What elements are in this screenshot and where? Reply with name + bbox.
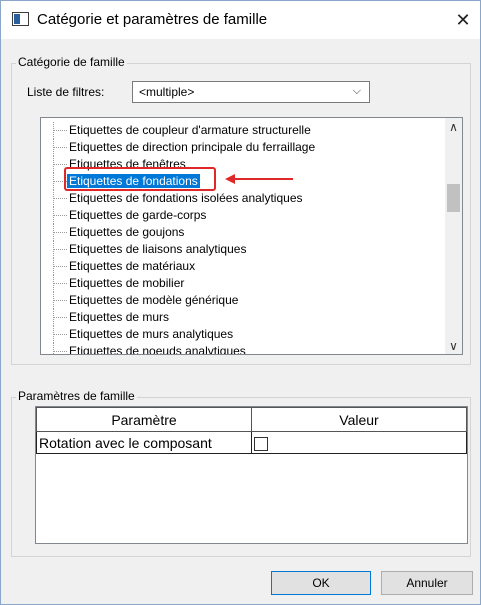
- list-item[interactable]: Etiquettes de garde-corps: [41, 207, 441, 224]
- list-item[interactable]: Etiquettes de murs analytiques: [41, 326, 441, 343]
- scroll-down-icon[interactable]: ∨: [445, 337, 462, 354]
- listbox-scrollbar[interactable]: ∧ ∨: [445, 118, 462, 354]
- ok-button[interactable]: OK: [271, 571, 371, 595]
- filter-label: Liste de filtres:: [27, 85, 105, 99]
- app-icon: [12, 12, 29, 26]
- category-group-legend: Catégorie de famille: [16, 55, 127, 69]
- list-item[interactable]: Etiquettes de goujons: [41, 224, 441, 241]
- list-item[interactable]: Etiquettes de coupleur d'armature struct…: [41, 122, 441, 139]
- table-row: Rotation avec le composant: [36, 431, 467, 454]
- annotation-arrow-line: [233, 178, 293, 180]
- scroll-up-icon[interactable]: ∧: [445, 118, 462, 135]
- tree-connector-dots: [53, 317, 67, 318]
- category-listbox[interactable]: Etiquettes de coupleur d'armature struct…: [40, 117, 463, 355]
- list-item[interactable]: Etiquettes de modèle générique: [41, 292, 441, 309]
- list-item-label: Etiquettes de coupleur d'armature struct…: [69, 123, 311, 137]
- window-title: Catégorie et paramètres de famille: [37, 11, 268, 28]
- tree-connector-line: [53, 343, 54, 354]
- tree-connector-dots: [53, 300, 67, 301]
- cancel-button[interactable]: Annuler: [381, 571, 473, 595]
- tree-connector-dots: [53, 147, 67, 148]
- rotation-checkbox[interactable]: [254, 436, 268, 451]
- tree-connector-dots: [53, 215, 67, 216]
- close-button[interactable]: ✕: [446, 1, 480, 39]
- list-item-label: Etiquettes de direction principale du fe…: [69, 140, 316, 154]
- list-item[interactable]: Etiquettes de matériaux: [41, 258, 441, 275]
- column-header-value[interactable]: Valeur: [251, 407, 467, 432]
- chevron-down-icon: ⌵: [352, 85, 361, 97]
- list-item-label: Etiquettes de modèle générique: [69, 293, 239, 307]
- dialog-window: Catégorie et paramètres de famille ✕ Cat…: [0, 0, 481, 605]
- list-item-label: Etiquettes de garde-corps: [69, 208, 207, 222]
- list-item-label: Etiquettes de murs analytiques: [69, 327, 234, 341]
- list-item[interactable]: Etiquettes de murs: [41, 309, 441, 326]
- list-item[interactable]: Etiquettes de direction principale du fe…: [41, 139, 441, 156]
- list-item-label: Etiquettes de goujons: [69, 225, 185, 239]
- list-item[interactable]: Etiquettes de liaisons analytiques: [41, 241, 441, 258]
- title-bar: Catégorie et paramètres de famille ✕: [1, 1, 480, 39]
- close-icon: ✕: [455, 9, 471, 30]
- tree-connector-dots: [53, 164, 67, 165]
- list-item-label: Etiquettes de liaisons analytiques: [69, 242, 247, 256]
- params-group-legend: Paramètres de famille: [16, 389, 137, 403]
- tree-connector-dots: [53, 232, 67, 233]
- param-name-cell[interactable]: Rotation avec le composant: [36, 431, 252, 454]
- list-item-label: Etiquettes de murs: [69, 310, 170, 324]
- tree-connector-dots: [53, 249, 67, 250]
- tree-connector-dots: [53, 283, 67, 284]
- param-value-cell[interactable]: [251, 431, 467, 454]
- category-list: Etiquettes de coupleur d'armature struct…: [41, 122, 441, 355]
- list-item-label: Etiquettes de matériaux: [69, 259, 196, 273]
- list-item[interactable]: Etiquettes de fondations isolées analyti…: [41, 190, 441, 207]
- list-item-label: Etiquettes de fondations isolées analyti…: [69, 191, 303, 205]
- filter-dropdown[interactable]: <multiple> ⌵: [132, 81, 370, 103]
- column-header-param[interactable]: Paramètre: [36, 407, 252, 432]
- tree-connector-dots: [53, 334, 67, 335]
- filter-dropdown-value: <multiple>: [139, 85, 195, 99]
- params-table: Paramètre Valeur Rotation avec le compos…: [36, 407, 467, 454]
- list-item-label: Etiquettes de mobilier: [69, 276, 185, 290]
- tree-connector-dots: [53, 266, 67, 267]
- list-item[interactable]: Etiquettes de mobilier: [41, 275, 441, 292]
- list-item[interactable]: Etiquettes de noeuds analytiques: [41, 343, 441, 355]
- list-item-label: Etiquettes de noeuds analytiques: [69, 344, 246, 355]
- tree-connector-dots: [53, 351, 67, 352]
- tree-connector-dots: [53, 130, 67, 131]
- scrollbar-thumb[interactable]: [447, 184, 460, 212]
- tree-connector-dots: [53, 198, 67, 199]
- annotation-highlight-box: [64, 167, 216, 191]
